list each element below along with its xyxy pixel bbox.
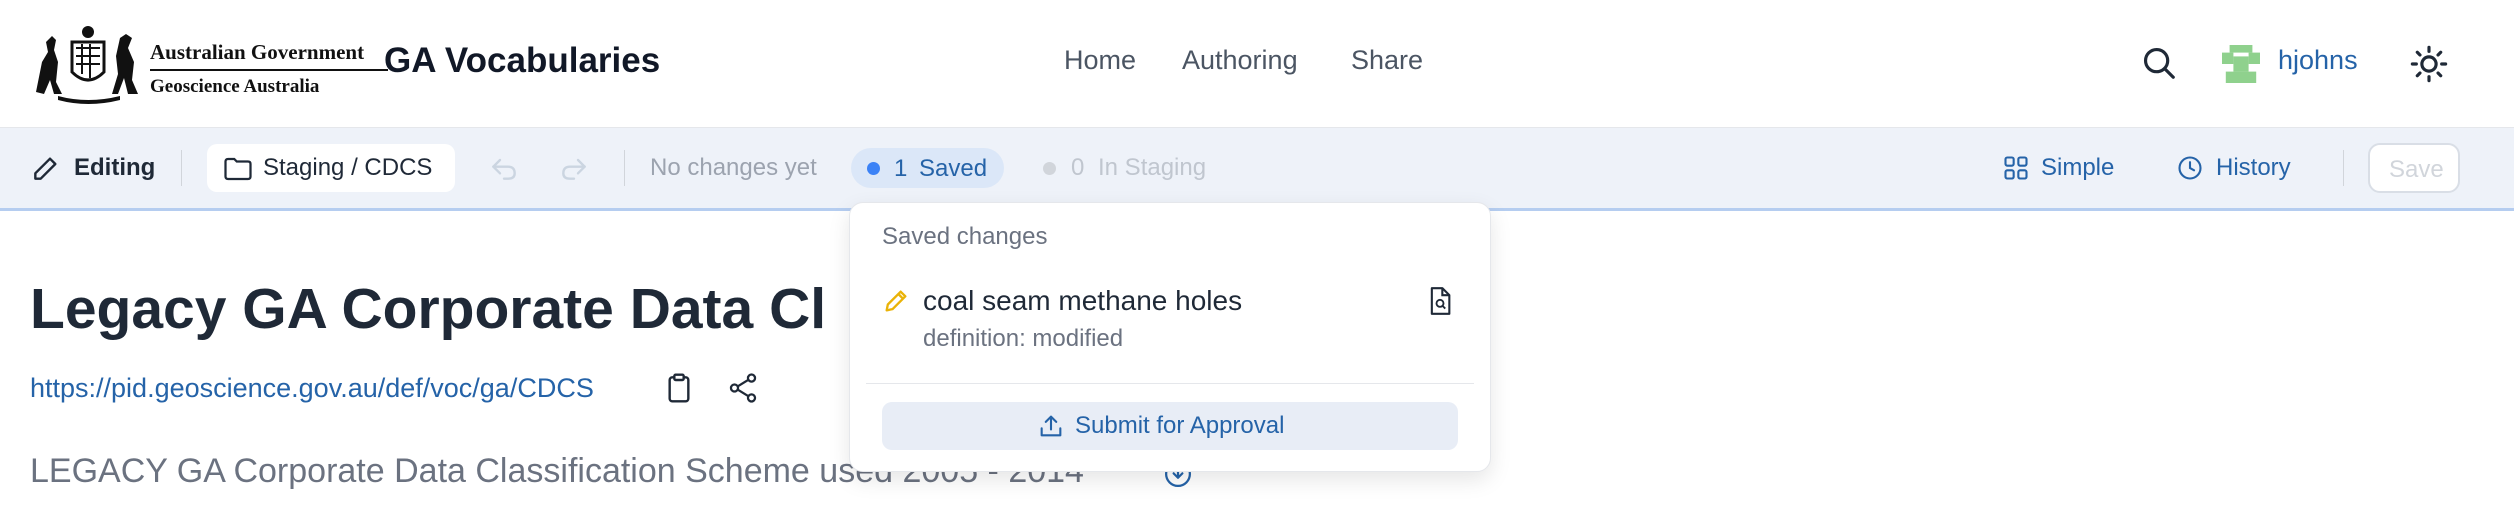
staging-count: 0 [1071,154,1085,181]
upload-icon [1040,415,1062,437]
undo-icon[interactable] [488,152,520,184]
saved-changes-popover: Saved changes coal seam methane holes de… [849,202,1491,472]
editing-mode-label: Editing [74,154,156,181]
clipboard-icon[interactable] [663,371,695,405]
nav-share[interactable]: Share [1351,45,1423,76]
toolbar-divider [624,150,625,186]
vocabulary-uri-link[interactable]: https://pid.geoscience.gov.au/def/voc/ga… [30,373,594,404]
staging-dot [1043,162,1056,175]
save-button[interactable]: Save [2368,143,2460,193]
folder-icon [224,157,252,181]
clock-icon [2178,156,2202,180]
sun-icon[interactable] [2410,45,2448,83]
popover-divider [866,383,1474,384]
app-header: Australian Government Geoscience Austral… [0,0,2514,128]
simple-view-button[interactable]: Simple [2041,154,2114,182]
editing-toolbar: Editing Staging / CDCS No changes yet 1 … [0,128,2514,211]
popover-title: Saved changes [882,223,1048,250]
user-name[interactable]: hjohns [2278,45,2358,76]
nav-home[interactable]: Home [1064,45,1136,76]
ga-logo[interactable]: Australian Government Geoscience Austral… [28,22,388,104]
edit-icon [34,157,57,180]
location-label: Staging / CDCS [263,154,433,181]
location-selector[interactable]: Staging / CDCS [207,144,455,192]
saved-dot [867,162,880,175]
redo-icon[interactable] [558,152,590,184]
no-changes-status: No changes yet [650,154,817,181]
saved-changes-badge[interactable]: 1 Saved [851,148,1004,188]
share-icon[interactable] [726,371,760,405]
toolbar-divider [181,150,182,186]
saved-count: 1 [894,155,908,182]
saved-label: Saved [919,155,988,182]
history-button[interactable]: History [2216,154,2291,182]
nav-authoring[interactable]: Authoring [1182,45,1298,76]
page-title: Legacy GA Corporate Data Cl [30,277,827,341]
view-document-icon[interactable] [1426,285,1454,317]
logo-divider [150,69,388,71]
staging-label: In Staging [1098,154,1207,181]
pencil-icon [885,290,907,312]
coat-of-arms-icon [36,26,138,104]
logo-agency-text: Geoscience Australia [150,76,320,97]
submit-for-approval-button[interactable]: Submit for Approval [882,402,1458,450]
grid-icon [2004,156,2028,180]
app-title[interactable]: GA Vocabularies [384,41,660,81]
change-item-detail: definition: modified [923,325,1124,352]
submit-button-label: Submit for Approval [1075,412,1285,439]
change-item-name: coal seam methane holes [923,285,1243,316]
toolbar-divider [2343,150,2344,186]
save-button-label: Save [2389,156,2444,183]
avatar[interactable] [2222,45,2260,83]
logo-government-text: Australian Government [150,40,365,64]
search-icon[interactable] [2140,44,2178,82]
